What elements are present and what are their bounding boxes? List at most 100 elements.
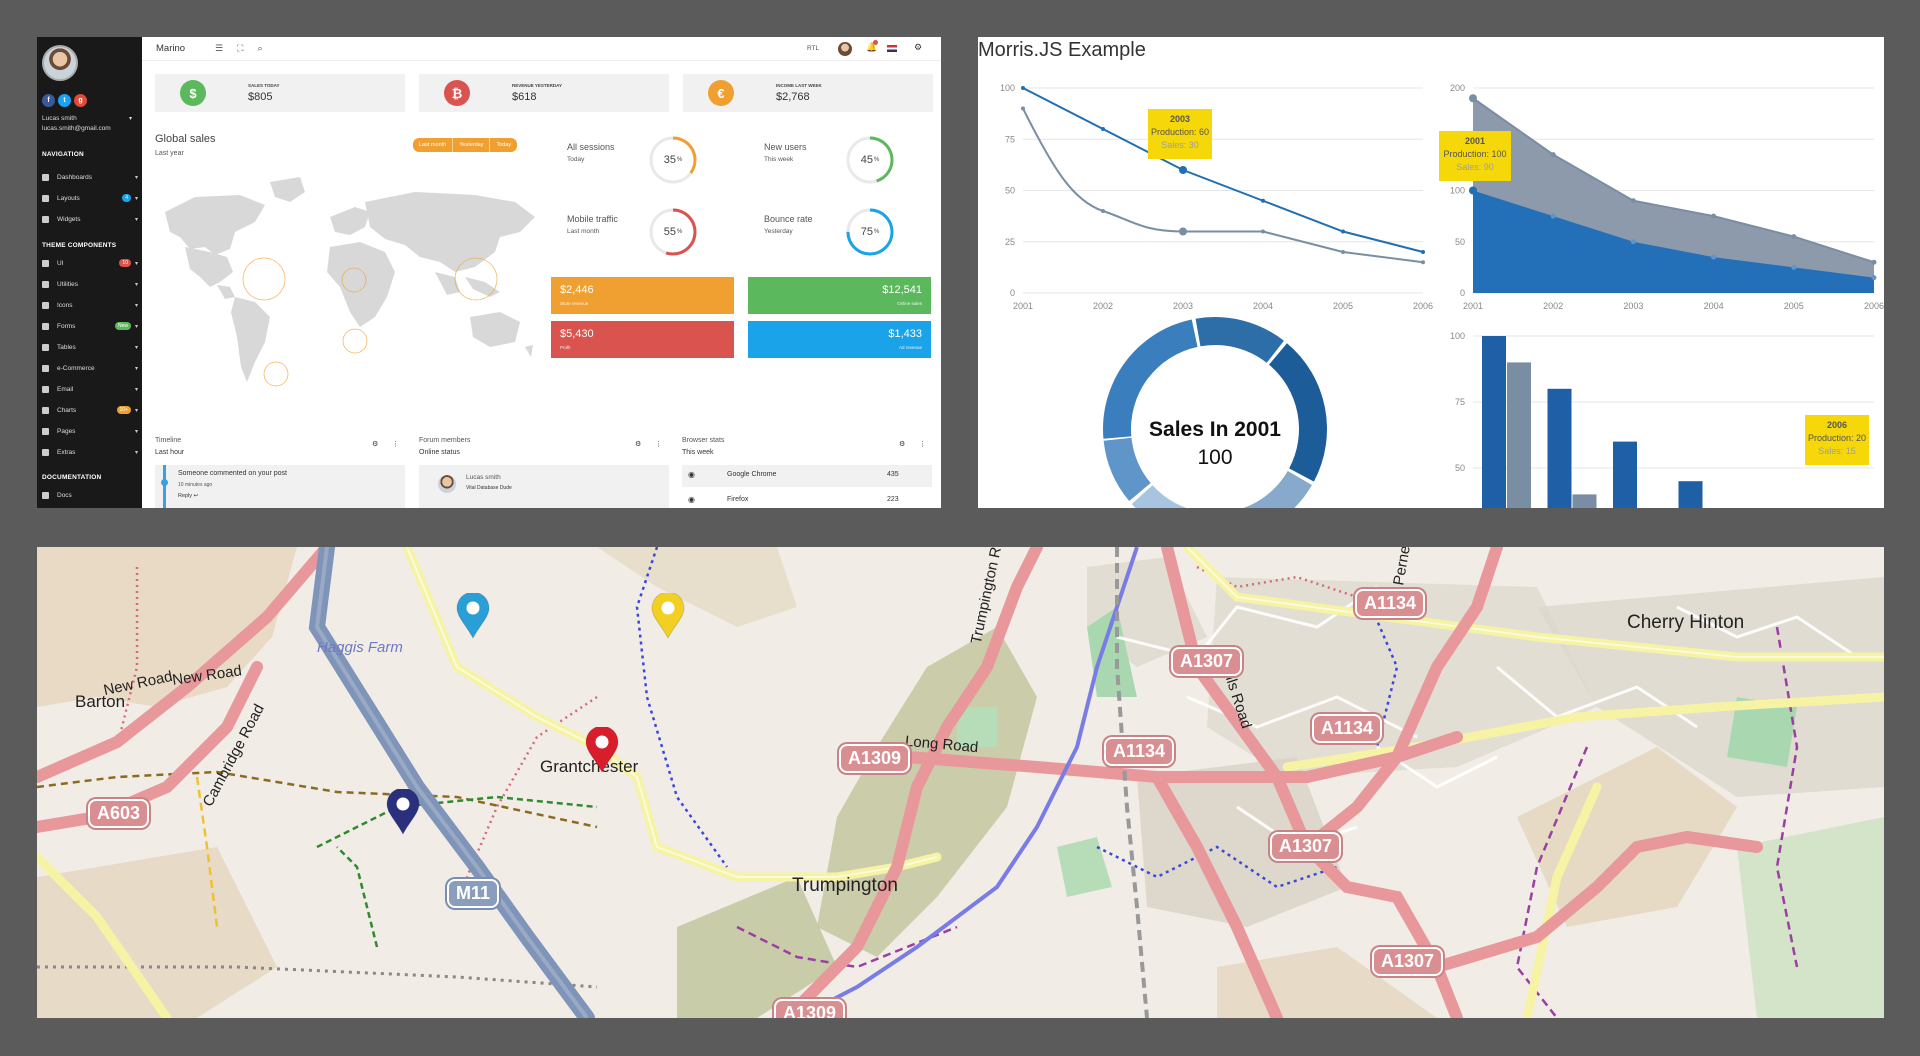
forum-settings-icon[interactable]: ⚙	[635, 440, 641, 448]
browser-settings-icon[interactable]: ⚙	[899, 440, 905, 448]
bar-1-series-1[interactable]	[1482, 336, 1506, 508]
area-point[interactable]	[1871, 259, 1877, 265]
browser-row-firefox[interactable]: ◉ Firefox 223	[682, 490, 932, 508]
line-point[interactable]	[1179, 227, 1187, 236]
sidebar-item-tables[interactable]: Tables ▾	[37, 340, 142, 354]
user-menu-caret-icon[interactable]: ▾	[129, 115, 132, 122]
line-point[interactable]	[1101, 127, 1105, 131]
area-point[interactable]	[1871, 275, 1877, 281]
area-point-active[interactable]	[1469, 186, 1477, 195]
currency-icon: $	[180, 80, 206, 106]
line-point[interactable]	[1021, 86, 1025, 90]
tile-ad-revenue[interactable]: $1,433 Ad revenue	[748, 321, 931, 358]
marker-blue-pin-icon[interactable]	[456, 593, 490, 639]
search-icon[interactable]: ⌕	[257, 43, 262, 54]
place-trumpington[interactable]: Trumpington	[792, 875, 898, 897]
donut-slice[interactable]	[1103, 437, 1151, 501]
line-point[interactable]	[1179, 166, 1187, 174]
sidebar-item-layouts[interactable]: Layouts 4 ▾	[37, 191, 142, 205]
line-point[interactable]	[1421, 260, 1425, 265]
user-avatar[interactable]	[42, 45, 78, 81]
area-point-active[interactable]	[1469, 94, 1477, 103]
area-point[interactable]	[1791, 264, 1797, 270]
filter-last-month[interactable]: Last month	[413, 138, 454, 152]
donut-slice[interactable]	[1195, 317, 1284, 363]
sidebar-item-forms[interactable]: Forms New ▾	[37, 319, 142, 333]
member-avatar[interactable]	[438, 475, 456, 493]
sidebar-item-docs[interactable]: Docs	[37, 488, 142, 502]
sidebar-item-pages[interactable]: Pages ▾	[37, 424, 142, 438]
chevron-down-icon: ▾	[134, 344, 138, 351]
browser-row-google-chrome[interactable]: ◉ Google Chrome 435	[682, 465, 932, 487]
bar-2-series-1[interactable]	[1547, 388, 1572, 508]
sidebar-item-charts[interactable]: Charts 10+ ▾	[37, 403, 142, 417]
timeline-settings-icon[interactable]: ⚙	[372, 440, 378, 448]
line-point[interactable]	[1021, 106, 1025, 111]
menu-icon[interactable]: ☰	[215, 43, 223, 54]
tile-profit[interactable]: $5,430 Profit	[551, 321, 734, 358]
timeline-more-icon[interactable]: ⋮	[392, 440, 399, 448]
marker-yellow-pin-icon[interactable]	[651, 593, 685, 639]
timeline-reply[interactable]: Reply ↩	[178, 493, 198, 499]
sidebar-item-widgets[interactable]: Widgets ▾	[37, 212, 142, 226]
filter-today[interactable]: Today	[490, 138, 517, 152]
forms-icon	[42, 322, 49, 330]
area-point[interactable]	[1711, 254, 1717, 260]
google-plus-icon[interactable]: g	[74, 94, 87, 107]
sidebar-item-ui[interactable]: UI 10 ▾	[37, 256, 142, 270]
forum-more-icon[interactable]: ⋮	[655, 440, 662, 448]
line-point[interactable]	[1341, 229, 1345, 234]
sidebar-item-extras[interactable]: Extras ▾	[37, 445, 142, 459]
area-point[interactable]	[1791, 234, 1797, 240]
area-point[interactable]	[1711, 213, 1717, 219]
email-icon	[42, 385, 49, 393]
member-name[interactable]: Lucas smith	[466, 474, 501, 481]
map-screenshot[interactable]: Barton Grantchester Trumpington Cherry Hint…	[37, 547, 1884, 1018]
twitter-icon[interactable]: t	[58, 94, 71, 107]
place-haggis-farm[interactable]: Haggis Farm	[317, 639, 403, 656]
topbar-avatar[interactable]	[838, 42, 852, 56]
place-cherry-hinton[interactable]: Cherry Hinton	[1627, 612, 1744, 634]
line-point[interactable]	[1421, 250, 1425, 254]
filter-yesterday[interactable]: Yesterday	[453, 138, 491, 152]
sidebar-item-e-commerce[interactable]: e-Commerce ▾	[37, 361, 142, 375]
bar-3-series-1[interactable]	[1613, 441, 1637, 508]
chevron-down-icon: ▾	[134, 195, 138, 202]
y-tick-label: 200	[1450, 83, 1465, 93]
bar-4-series-1[interactable]	[1678, 481, 1703, 508]
rtl-toggle[interactable]: RTL	[807, 45, 819, 52]
tooltip-production: Production: 60	[1151, 127, 1209, 137]
sidebar-item-label: Utilities	[57, 280, 78, 288]
line-point[interactable]	[1341, 250, 1345, 254]
bar-1-series-2[interactable]	[1507, 362, 1531, 508]
area-point[interactable]	[1550, 213, 1556, 219]
donut-slice[interactable]	[1199, 471, 1312, 508]
bar-2-series-2[interactable]	[1572, 494, 1597, 508]
fullscreen-icon[interactable]: ⛶	[237, 43, 243, 54]
marker-navy-pin-icon[interactable]	[386, 789, 420, 835]
sidebar-item-email[interactable]: Email ▾	[37, 382, 142, 396]
marker-red-pin-icon[interactable]	[585, 727, 619, 773]
sidebar-item-utilities[interactable]: Utilities ▾	[37, 277, 142, 291]
line-point[interactable]	[1261, 198, 1265, 203]
donut-slice[interactable]	[1268, 343, 1327, 482]
sidebar-item-dashboards[interactable]: Dashboards ▾	[37, 170, 142, 184]
timeline-entry[interactable]: Someone commented on your post	[178, 470, 287, 477]
sidebar-item-icons[interactable]: Icons ▾	[37, 298, 142, 312]
language-flag-icon[interactable]	[887, 45, 897, 52]
browser-more-icon[interactable]: ⋮	[919, 440, 926, 448]
area-point[interactable]	[1550, 152, 1556, 158]
facebook-icon[interactable]: f	[42, 94, 55, 107]
layouts-icon	[42, 194, 49, 202]
settings-gear-icon[interactable]: ⚙	[914, 42, 922, 53]
world-map[interactable]	[155, 177, 540, 402]
line-point[interactable]	[1101, 209, 1105, 213]
brand-name[interactable]: Marino	[156, 43, 185, 54]
tile-store-revenue[interactable]: $2,446 Store revenue	[551, 277, 734, 314]
area-point[interactable]	[1630, 198, 1636, 204]
user-name[interactable]: Lucas smith	[42, 115, 77, 122]
area-point[interactable]	[1630, 239, 1636, 245]
tile-online-sales[interactable]: $12,541 Online sales	[748, 277, 931, 314]
line-point[interactable]	[1261, 229, 1265, 234]
map-canvas[interactable]	[37, 547, 1884, 1018]
